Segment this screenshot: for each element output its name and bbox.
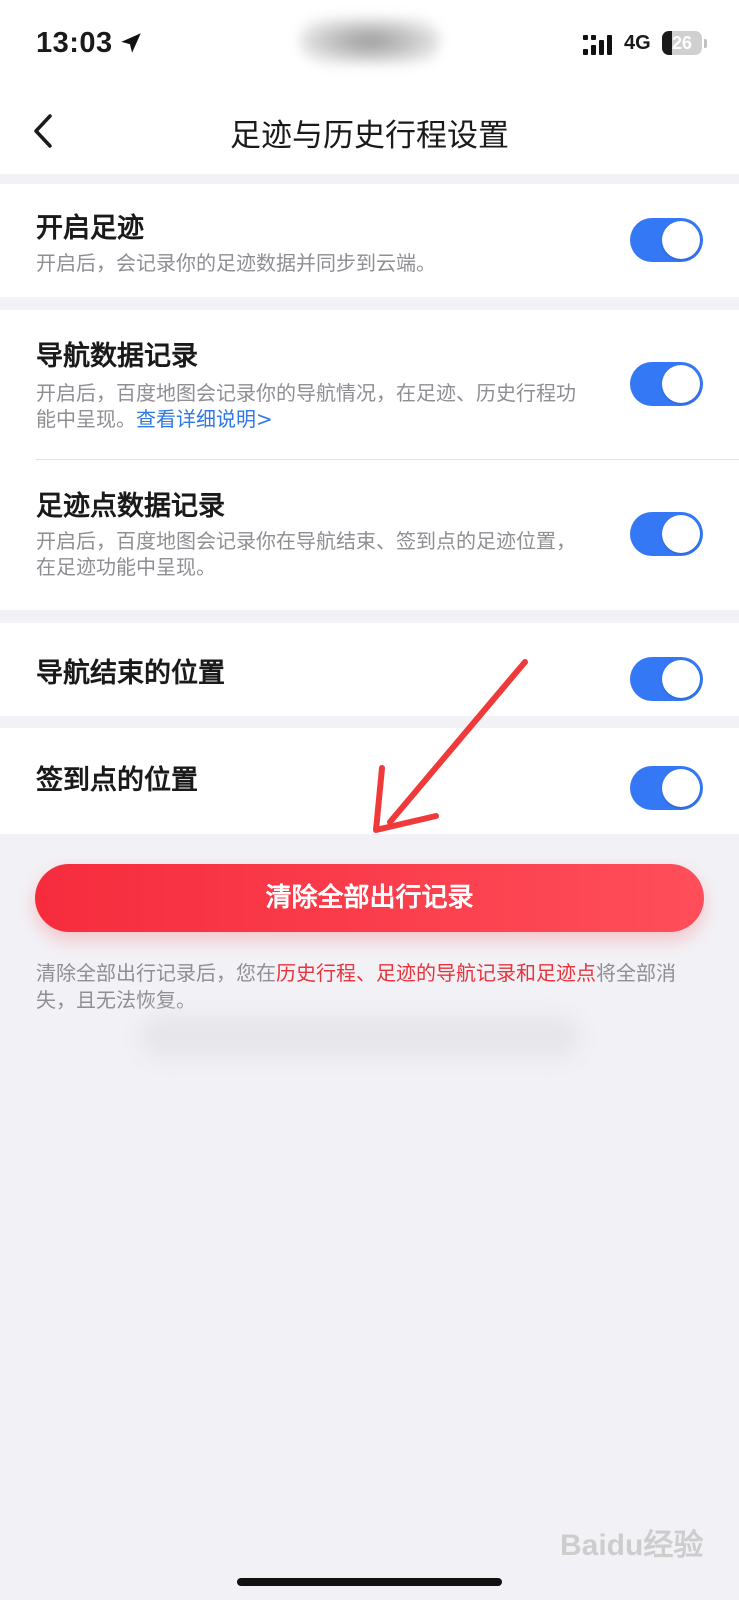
setting-row-footprint-point: 足迹点数据记录 开启后，百度地图会记录你在导航结束、签到点的足迹位置，在足迹功能… (0, 460, 739, 610)
status-time: 13:03 (36, 27, 113, 59)
nav-end-title: 导航结束的位置 (36, 658, 225, 689)
footprint-point-toggle[interactable] (630, 512, 703, 556)
location-arrow-icon (121, 33, 141, 53)
footprint-toggle[interactable] (630, 218, 703, 262)
nav-record-desc: 开启后，百度地图会记录你的导航情况，在足迹、历史行程功能中呈现。查看详细说明> (36, 380, 591, 432)
battery-level: 26 (671, 33, 693, 53)
blurred-region (140, 1016, 580, 1058)
toggle-knob (662, 221, 700, 259)
toggle-knob (662, 660, 700, 698)
navigation-bar: 足迹与历史行程设置 (0, 88, 739, 174)
footprint-point-title: 足迹点数据记录 (36, 491, 225, 522)
network-type: 4G (624, 32, 651, 54)
status-bar: 13:03 4G 26 (0, 0, 739, 88)
blurred-dynamic-island (300, 18, 440, 64)
battery-cap (704, 39, 707, 48)
nav-record-desc-text: 开启后，百度地图会记录你的导航情况，在足迹、历史行程功能中呈现。 (36, 381, 576, 431)
checkin-title: 签到点的位置 (36, 765, 198, 796)
home-indicator (237, 1578, 502, 1586)
cellular-signal-icon (583, 35, 612, 55)
setting-row-footprint: 开启足迹 开启后，会记录你的足迹数据并同步到云端。 (0, 184, 739, 297)
toggle-knob (662, 769, 700, 807)
checkin-toggle[interactable] (630, 766, 703, 810)
nav-end-toggle[interactable] (630, 657, 703, 701)
footprint-point-desc: 开启后，百度地图会记录你在导航结束、签到点的足迹位置，在足迹功能中呈现。 (36, 529, 576, 579)
toggle-knob (662, 515, 700, 553)
detail-link[interactable]: 查看详细说明> (136, 407, 273, 431)
note-highlight: 历史行程、足迹的导航记录和足迹点 (276, 961, 596, 985)
nav-record-toggle[interactable] (630, 362, 703, 406)
toggle-knob (662, 365, 700, 403)
nav-record-title: 导航数据记录 (36, 341, 198, 372)
footprint-title: 开启足迹 (36, 213, 144, 244)
baidu-watermark: Baidu经验 (560, 1529, 704, 1562)
footprint-desc: 开启后，会记录你的足迹数据并同步到云端。 (36, 251, 436, 275)
settings-group-records: 导航数据记录 开启后，百度地图会记录你的导航情况，在足迹、历史行程功能中呈现。查… (0, 310, 739, 610)
setting-row-nav-record: 导航数据记录 开启后，百度地图会记录你的导航情况，在足迹、历史行程功能中呈现。查… (0, 310, 739, 460)
annotation-arrow-icon (373, 659, 528, 833)
clear-note: 清除全部出行记录后，您在历史行程、足迹的导航记录和足迹点将全部消失，且无法恢复。 (36, 960, 706, 1014)
page-title: 足迹与历史行程设置 (230, 118, 509, 154)
clear-all-records-button[interactable]: 清除全部出行记录 (35, 864, 704, 932)
settings-group-footprint: 开启足迹 开启后，会记录你的足迹数据并同步到云端。 (0, 184, 739, 297)
battery-icon: 26 (662, 31, 702, 55)
note-prefix: 清除全部出行记录后，您在 (36, 961, 276, 985)
